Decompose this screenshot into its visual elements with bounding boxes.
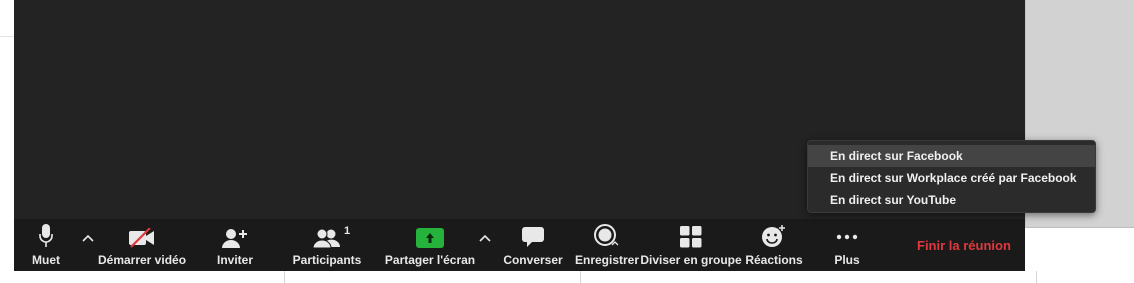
chat-label: Converser <box>503 253 563 267</box>
ellipsis-icon <box>827 219 867 249</box>
participants-count: 1 <box>344 225 351 237</box>
background-divider <box>284 271 285 283</box>
meeting-window: Muet Démarrer vidéo Inviter Participants… <box>14 0 1025 271</box>
users-icon <box>307 219 347 249</box>
record-label: Enregistrer <box>574 253 640 267</box>
speech-bubble-icon <box>513 219 553 249</box>
menu-item-live-youtube[interactable]: En direct sur YouTube <box>808 189 1095 211</box>
breakout-rooms-label: Diviser en groupe <box>640 253 742 267</box>
reactions-button[interactable]: Réactions <box>745 219 803 271</box>
share-screen-label: Partager l'écran <box>384 253 476 267</box>
menu-item-live-workplace[interactable]: En direct sur Workplace créé par Faceboo… <box>808 167 1095 189</box>
share-screen-arrow-icon <box>410 219 450 249</box>
record-circle-icon <box>587 219 627 249</box>
chat-button[interactable]: Converser <box>503 219 563 271</box>
more-label: Plus <box>834 253 860 267</box>
more-button[interactable]: Plus <box>827 219 867 271</box>
invite-button[interactable]: Inviter <box>214 219 256 271</box>
microphone-icon <box>26 219 66 249</box>
grid-four-squares-icon <box>671 219 711 249</box>
start-video-button[interactable]: Démarrer vidéo <box>97 219 187 271</box>
audio-options-caret[interactable] <box>80 231 96 245</box>
share-screen-button[interactable]: Partager l'écran <box>385 219 475 271</box>
video-camera-off-icon <box>122 219 162 249</box>
chevron-up-icon <box>82 234 94 242</box>
chevron-up-icon <box>479 234 491 242</box>
reactions-label: Réactions <box>745 253 803 267</box>
more-menu-popup: En direct sur Facebook En direct sur Wor… <box>807 140 1096 213</box>
share-options-caret[interactable] <box>477 231 493 245</box>
invite-label: Inviter <box>216 253 253 267</box>
start-video-label: Démarrer vidéo <box>97 253 187 267</box>
smiley-plus-icon <box>754 219 794 249</box>
participants-label: Participants <box>292 253 362 267</box>
record-button[interactable]: Enregistrer <box>574 219 640 271</box>
breakout-rooms-button[interactable]: Diviser en groupe <box>640 219 742 271</box>
background-divider <box>580 271 581 283</box>
background-divider <box>1036 271 1037 283</box>
background-divider <box>0 36 14 37</box>
add-user-icon <box>215 219 255 249</box>
mute-button[interactable]: Muet <box>26 219 66 271</box>
menu-item-live-facebook[interactable]: En direct sur Facebook <box>808 145 1095 167</box>
mute-label: Muet <box>32 253 60 267</box>
meeting-toolbar: Muet Démarrer vidéo Inviter Participants… <box>14 219 1025 271</box>
end-meeting-button[interactable]: Finir la réunion <box>917 238 1011 253</box>
